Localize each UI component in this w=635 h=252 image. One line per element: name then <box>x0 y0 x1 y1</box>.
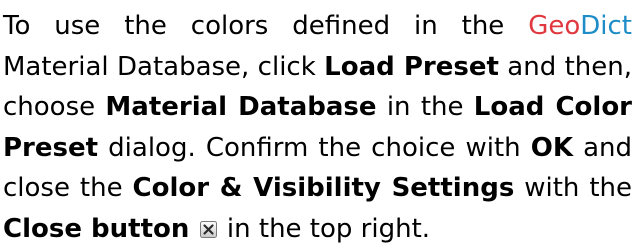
text-segment: dialog. Confirm the choice with <box>98 132 531 163</box>
close-button-label: Close button <box>3 213 190 244</box>
text-segment: To use the colors defined in the <box>3 11 529 41</box>
brand-name-geo: Geo <box>528 11 581 41</box>
instruction-paragraph: To use the colors defined in the GeoDict… <box>0 0 635 249</box>
material-database-label: Material Database <box>105 92 377 122</box>
text-segment: Material Database, click <box>3 51 325 82</box>
color-visibility-settings-label: Color & Visibility Settings <box>132 173 515 203</box>
close-icon <box>199 210 217 238</box>
text-segment: with the <box>514 173 633 203</box>
ok-label: OK <box>530 132 573 163</box>
text-segment: in the <box>376 92 474 122</box>
brand-name-dict: Dict <box>580 11 632 41</box>
text-segment: in the top right. <box>218 213 431 244</box>
load-preset-label: Load Preset <box>324 51 499 82</box>
